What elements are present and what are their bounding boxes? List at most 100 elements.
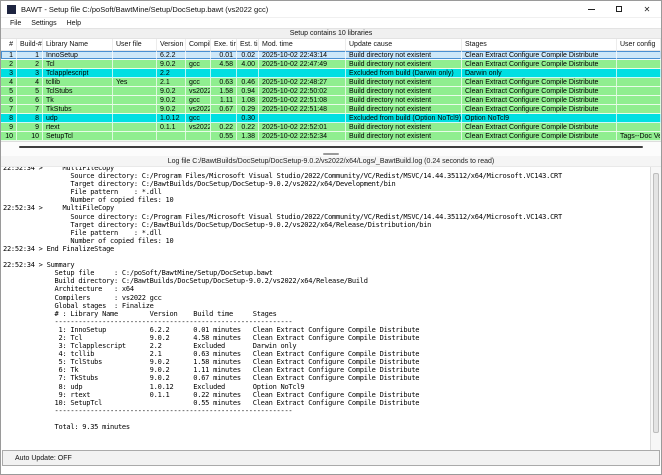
table-cell: SetupTcl bbox=[43, 132, 113, 140]
table-row[interactable]: 11InnoSetup6.2.20.010.022025-10-02 22:43… bbox=[1, 51, 661, 60]
table-row[interactable]: 44tcllibYes2.1gcc0.630.462025-10-02 22:4… bbox=[1, 78, 661, 87]
log-file-label: Log file C:/BawtBuilds/DocSetup/DocSetup… bbox=[1, 156, 661, 167]
table-cell: 2025-10-02 22:52:01 bbox=[259, 123, 346, 131]
table-cell: 2.1 bbox=[157, 78, 186, 86]
title-bar: BAWT - Setup file C:/poSoft/BawtMine/Set… bbox=[1, 1, 661, 18]
column-header[interactable]: Mod. time bbox=[259, 39, 346, 50]
column-header[interactable]: Stages bbox=[462, 39, 617, 50]
table-row[interactable]: 77TkStubs9.0.2vs20220.670.292025-10-02 2… bbox=[1, 105, 661, 114]
table-cell: 0.63 bbox=[211, 78, 237, 86]
table-cell: 1.08 bbox=[237, 96, 259, 104]
setup-summary-bar: Setup contains 10 libraries bbox=[1, 28, 661, 39]
table-cell: vs2022 bbox=[186, 87, 211, 95]
table-cell: Clean Extract Configure Compile Distribu… bbox=[462, 105, 617, 113]
table-cell: 3 bbox=[1, 69, 17, 77]
table-cell: 6.2.2 bbox=[157, 51, 186, 59]
table-cell: Clean Extract Configure Compile Distribu… bbox=[462, 123, 617, 131]
table-cell: 0.22 bbox=[211, 123, 237, 131]
column-header[interactable]: Build-# bbox=[17, 39, 43, 50]
table-cell bbox=[113, 123, 157, 131]
close-button[interactable]: ✕ bbox=[633, 1, 661, 17]
table-cell: 4.58 bbox=[211, 60, 237, 68]
table-cell bbox=[259, 114, 346, 122]
splitter-sash[interactable] bbox=[1, 152, 661, 156]
column-header[interactable]: Exe. time bbox=[211, 39, 237, 50]
table-row[interactable]: 66Tk9.0.2gcc1.111.082025-10-02 22:51:08B… bbox=[1, 96, 661, 105]
table-cell: Clean Extract Configure Compile Distribu… bbox=[462, 132, 617, 140]
table-cell: 10 bbox=[1, 132, 17, 140]
column-header[interactable]: # bbox=[1, 39, 17, 50]
column-header[interactable]: Compiler bbox=[186, 39, 211, 50]
table-cell: 5 bbox=[1, 87, 17, 95]
table-cell bbox=[113, 105, 157, 113]
menu-help[interactable]: Help bbox=[62, 20, 86, 27]
vertical-scrollbar[interactable] bbox=[650, 167, 661, 450]
table-cell bbox=[211, 69, 237, 77]
column-header[interactable]: Version bbox=[157, 39, 186, 50]
table-cell: 9 bbox=[17, 123, 43, 131]
table-cell bbox=[186, 132, 211, 140]
table-cell: 0.46 bbox=[237, 78, 259, 86]
table-cell: 2.2 bbox=[157, 69, 186, 77]
table-cell: rtext bbox=[43, 123, 113, 131]
table-row[interactable]: 99rtext0.1.1vs20220.220.222025-10-02 22:… bbox=[1, 123, 661, 132]
minimize-button[interactable] bbox=[577, 1, 605, 17]
table-cell bbox=[113, 132, 157, 140]
maximize-button[interactable] bbox=[605, 1, 633, 17]
column-header[interactable]: User file bbox=[113, 39, 157, 50]
auto-update-status: Auto Update: OFF bbox=[15, 455, 72, 462]
table-cell: gcc bbox=[186, 60, 211, 68]
table-row[interactable]: 55TclStubs9.0.2vs20221.580.942025-10-02 … bbox=[1, 87, 661, 96]
table-cell: 4 bbox=[1, 78, 17, 86]
table-cell: udp bbox=[43, 114, 113, 122]
table-cell: 2 bbox=[17, 60, 43, 68]
table-body: 11InnoSetup6.2.20.010.022025-10-02 22:43… bbox=[1, 51, 661, 141]
horizontal-scrollbar[interactable] bbox=[1, 141, 661, 152]
menu-settings[interactable]: Settings bbox=[26, 20, 61, 27]
table-cell: 2025-10-02 22:50:02 bbox=[259, 87, 346, 95]
table-cell bbox=[113, 60, 157, 68]
table-cell: Build directory not existent bbox=[346, 105, 462, 113]
table-cell: Tk bbox=[43, 96, 113, 104]
table-cell: Yes bbox=[113, 78, 157, 86]
table-row[interactable]: 22Tcl9.0.2gcc4.584.002025-10-02 22:47:49… bbox=[1, 60, 661, 69]
setup-summary-text: Setup contains 10 libraries bbox=[290, 30, 373, 37]
column-header[interactable]: Update cause bbox=[346, 39, 462, 50]
status-bar: Auto Update: OFF bbox=[2, 450, 660, 466]
table-cell: 2025-10-02 22:47:49 bbox=[259, 60, 346, 68]
table-cell: 1 bbox=[1, 51, 17, 59]
menu-file[interactable]: File bbox=[5, 20, 26, 27]
table-cell: 9.0.2 bbox=[157, 105, 186, 113]
table-cell: Clean Extract Configure Compile Distribu… bbox=[462, 78, 617, 86]
table-cell: 0.67 bbox=[211, 105, 237, 113]
table-cell: 0.22 bbox=[237, 123, 259, 131]
column-header[interactable]: Est. time bbox=[237, 39, 259, 50]
minimize-icon bbox=[588, 9, 595, 10]
table-row[interactable]: 1010SetupTcl0.551.382025-10-02 22:52:34B… bbox=[1, 132, 661, 141]
maximize-icon bbox=[616, 6, 622, 12]
column-header[interactable]: User config bbox=[617, 39, 661, 50]
table-cell: 0.1.1 bbox=[157, 123, 186, 131]
table-cell: 9.0.2 bbox=[157, 96, 186, 104]
table-cell: 2025-10-02 22:51:48 bbox=[259, 105, 346, 113]
app-icon bbox=[7, 5, 16, 14]
table-row[interactable]: 33Tclapplescript2.2Excluded from build (… bbox=[1, 69, 661, 78]
table-cell bbox=[617, 114, 661, 122]
horizontal-scrollbar-thumb[interactable] bbox=[19, 146, 643, 148]
table-cell bbox=[617, 60, 661, 68]
column-header[interactable]: Library Name bbox=[43, 39, 113, 50]
table-cell: 0.30 bbox=[237, 114, 259, 122]
table-cell bbox=[186, 51, 211, 59]
table-cell bbox=[113, 114, 157, 122]
table-cell bbox=[113, 69, 157, 77]
table-cell: 6 bbox=[1, 96, 17, 104]
table-cell: Option NoTcl9 bbox=[462, 114, 617, 122]
vertical-scrollbar-thumb[interactable] bbox=[653, 173, 659, 433]
table-cell: 10 bbox=[17, 132, 43, 140]
table-cell: 8 bbox=[1, 114, 17, 122]
table-cell: Build directory not existent bbox=[346, 123, 462, 131]
window-bottom-padding bbox=[1, 466, 661, 474]
table-row[interactable]: 88udp1.0.12gcc0.30Excluded from build (O… bbox=[1, 114, 661, 123]
table-cell: 2025-10-02 22:48:27 bbox=[259, 78, 346, 86]
table-cell bbox=[617, 87, 661, 95]
